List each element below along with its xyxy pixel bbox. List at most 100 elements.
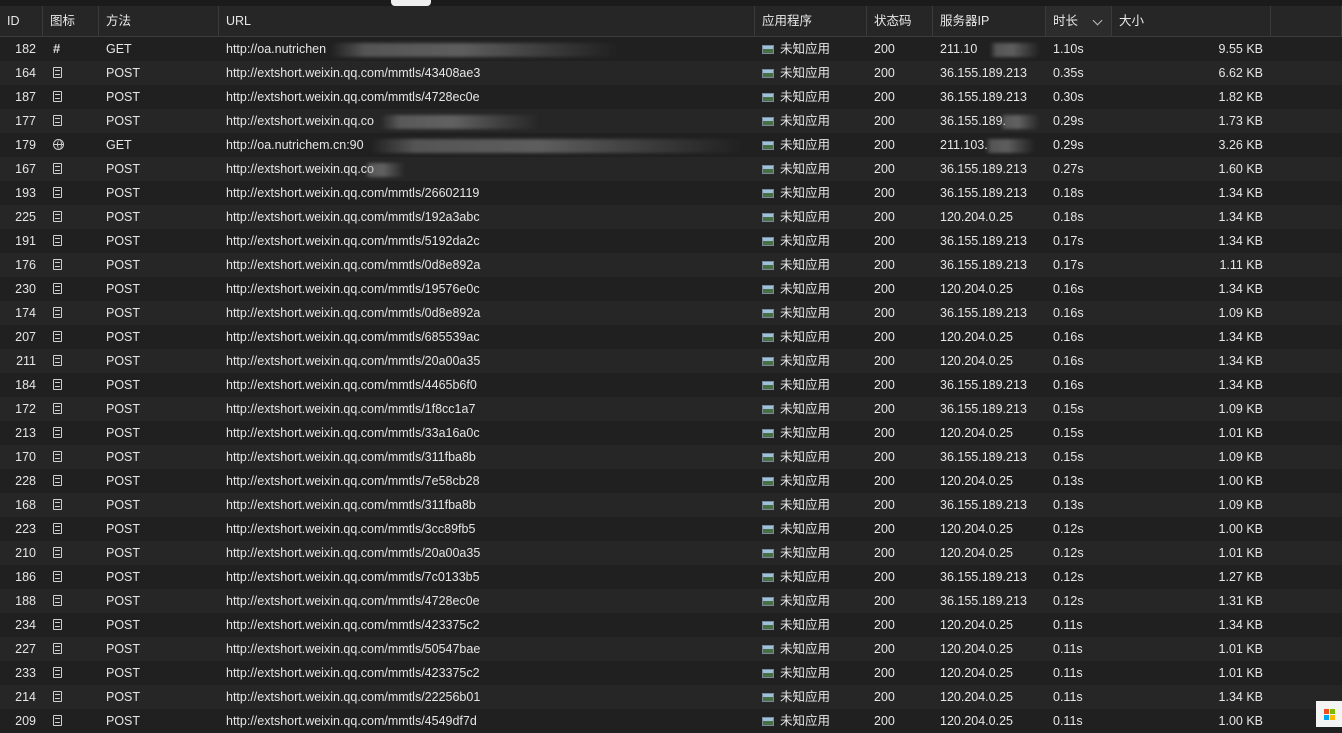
cell-id: 213: [15, 426, 36, 440]
cell-size: 1.00 KB: [1218, 474, 1263, 488]
column-header-app[interactable]: 应用程序: [755, 6, 867, 36]
cell-size: 1.34 KB: [1218, 186, 1263, 200]
table-row[interactable]: 164 POST http://extshort.weixin.qq.com/mmt…: [0, 61, 1342, 85]
table-row[interactable]: 211 POST http://extshort.weixin.qq.com/mmt…: [0, 349, 1342, 373]
table-row[interactable]: 174 POST http://extshort.weixin.qq.com/mmt…: [0, 301, 1342, 325]
cell-url: http://extshort.weixin.qq.com/mmtls/7e58…: [226, 474, 480, 488]
cell-status: 200: [874, 162, 895, 176]
sort-descending-icon[interactable]: [1092, 15, 1103, 26]
globe-icon: [53, 139, 64, 150]
cell-icon: [43, 613, 99, 637]
cell-url: http://extshort.weixin.qq.com/mmtls/4728…: [226, 594, 480, 608]
cell-app: 未知应用: [755, 421, 867, 445]
cell-server-ip: 36.155.189.213: [940, 378, 1027, 392]
cell-status: 200: [874, 306, 895, 320]
table-row[interactable]: 213 POST http://extshort.weixin.qq.com/mmt…: [0, 421, 1342, 445]
table-row[interactable]: 176 POST http://extshort.weixin.qq.com/mmt…: [0, 253, 1342, 277]
cell-app-label: 未知应用: [780, 618, 831, 632]
table-row[interactable]: 188 POST http://extshort.weixin.qq.com/mmt…: [0, 589, 1342, 613]
cell-url: http://extshort.weixin.qq.com/mmtls/3cc8…: [226, 522, 476, 536]
cell-size: 1.00 KB: [1218, 714, 1263, 728]
cell-server-ip: 120.204.0.25: [940, 330, 1013, 344]
table-row[interactable]: 234 POST http://extshort.weixin.qq.com/mmt…: [0, 613, 1342, 637]
table-row[interactable]: 223 POST http://extshort.weixin.qq.com/mmt…: [0, 517, 1342, 541]
cell-url: http://extshort.weixin.qq.com/mmtls/0d8e…: [226, 258, 481, 272]
cell-duration: 0.35s: [1053, 66, 1084, 80]
cell-server-ip: 211.10: [940, 42, 978, 56]
table-row[interactable]: 186 POST http://extshort.weixin.qq.com/mmt…: [0, 565, 1342, 589]
cell-app: 未知应用: [755, 373, 867, 397]
cell-app: 未知应用: [755, 325, 867, 349]
cell-id: 209: [15, 714, 36, 728]
application-icon: [762, 189, 774, 198]
cell-icon: #: [43, 37, 99, 61]
cell-app-label: 未知应用: [780, 594, 831, 608]
cell-method: POST: [106, 474, 141, 488]
cell-server-ip: 120.204.0.25: [940, 210, 1013, 224]
cell-size: 1.60 KB: [1218, 162, 1263, 176]
cell-url: http://extshort.weixin.qq.com/mmtls/1957…: [226, 282, 480, 296]
table-row[interactable]: 210 POST http://extshort.weixin.qq.com/mmt…: [0, 541, 1342, 565]
application-icon: [762, 117, 774, 126]
cell-app-label: 未知应用: [780, 306, 831, 320]
table-row[interactable]: 193 POST http://extshort.weixin.qq.com/mmt…: [0, 181, 1342, 205]
cell-id: 228: [15, 474, 36, 488]
cell-method: POST: [106, 690, 141, 704]
document-icon: [53, 523, 62, 534]
table-row[interactable]: 172 POST http://extshort.weixin.qq.com/mmt…: [0, 397, 1342, 421]
document-icon: [53, 499, 62, 510]
table-row[interactable]: 177 POST http://extshort.weixin.qq.co 未知应用 2…: [0, 109, 1342, 133]
table-row[interactable]: 191 POST http://extshort.weixin.qq.com/mmt…: [0, 229, 1342, 253]
cell-id: 174: [15, 306, 36, 320]
table-row[interactable]: 230 POST http://extshort.weixin.qq.com/mmt…: [0, 277, 1342, 301]
cell-id: 176: [15, 258, 36, 272]
table-row[interactable]: 207 POST http://extshort.weixin.qq.com/mmt…: [0, 325, 1342, 349]
cell-id: 193: [15, 186, 36, 200]
column-header-size[interactable]: 大小: [1112, 6, 1271, 36]
table-row[interactable]: 184 POST http://extshort.weixin.qq.com/mmt…: [0, 373, 1342, 397]
column-header-url[interactable]: URL: [219, 6, 755, 36]
cell-server-ip: 120.204.0.25: [940, 474, 1013, 488]
table-row[interactable]: 179 GET http://oa.nutrichem.cn:90 未知应用 200 21…: [0, 133, 1342, 157]
cell-icon: [43, 397, 99, 421]
column-header-status[interactable]: 状态码: [867, 6, 933, 36]
table-row[interactable]: 167 POST http://extshort.weixin.qq.co 未知应用 2…: [0, 157, 1342, 181]
table-row[interactable]: 168 POST http://extshort.weixin.qq.com/mmt…: [0, 493, 1342, 517]
application-icon: [762, 309, 774, 318]
table-row[interactable]: 170 POST http://extshort.weixin.qq.com/mmt…: [0, 445, 1342, 469]
document-icon: [53, 187, 62, 198]
cell-duration: 0.15s: [1053, 402, 1084, 416]
column-header-icon[interactable]: 图标: [43, 6, 99, 36]
document-icon: [53, 451, 62, 462]
cell-id: 179: [15, 138, 36, 152]
cell-size: 1.00 KB: [1218, 522, 1263, 536]
table-row[interactable]: 214 POST http://extshort.weixin.qq.com/mmt…: [0, 685, 1342, 709]
cell-size: 1.01 KB: [1218, 666, 1263, 680]
cell-status: 200: [874, 90, 895, 104]
column-header-method[interactable]: 方法: [99, 6, 219, 36]
cell-app-label: 未知应用: [780, 642, 831, 656]
application-icon: [762, 549, 774, 558]
column-header-id[interactable]: ID: [0, 6, 43, 36]
document-icon: [53, 691, 62, 702]
cell-duration: 0.12s: [1053, 570, 1084, 584]
table-row[interactable]: 182 # GET http://oa.nutrichen 未知应用 200 211.10 1…: [0, 37, 1342, 61]
cell-id: 187: [15, 90, 36, 104]
cell-app-label: 未知应用: [780, 330, 831, 344]
column-header-duration[interactable]: 时长: [1046, 6, 1112, 36]
application-icon: [762, 693, 774, 702]
table-row[interactable]: 227 POST http://extshort.weixin.qq.com/mmt…: [0, 637, 1342, 661]
cell-icon: [43, 181, 99, 205]
cell-app-label: 未知应用: [780, 378, 831, 392]
table-row[interactable]: 228 POST http://extshort.weixin.qq.com/mmt…: [0, 469, 1342, 493]
table-row[interactable]: 209 POST http://extshort.weixin.qq.com/mmt…: [0, 709, 1342, 733]
document-icon: [53, 379, 62, 390]
table-row[interactable]: 187 POST http://extshort.weixin.qq.com/mmt…: [0, 85, 1342, 109]
column-header-ip[interactable]: 服务器IP: [933, 6, 1046, 36]
cell-server-ip: 36.155.189.213: [940, 402, 1027, 416]
table-row[interactable]: 233 POST http://extshort.weixin.qq.com/mmt…: [0, 661, 1342, 685]
cell-size: 3.26 KB: [1218, 138, 1263, 152]
application-icon: [762, 165, 774, 174]
cell-app-label: 未知应用: [780, 354, 831, 368]
table-row[interactable]: 225 POST http://extshort.weixin.qq.com/mmt…: [0, 205, 1342, 229]
